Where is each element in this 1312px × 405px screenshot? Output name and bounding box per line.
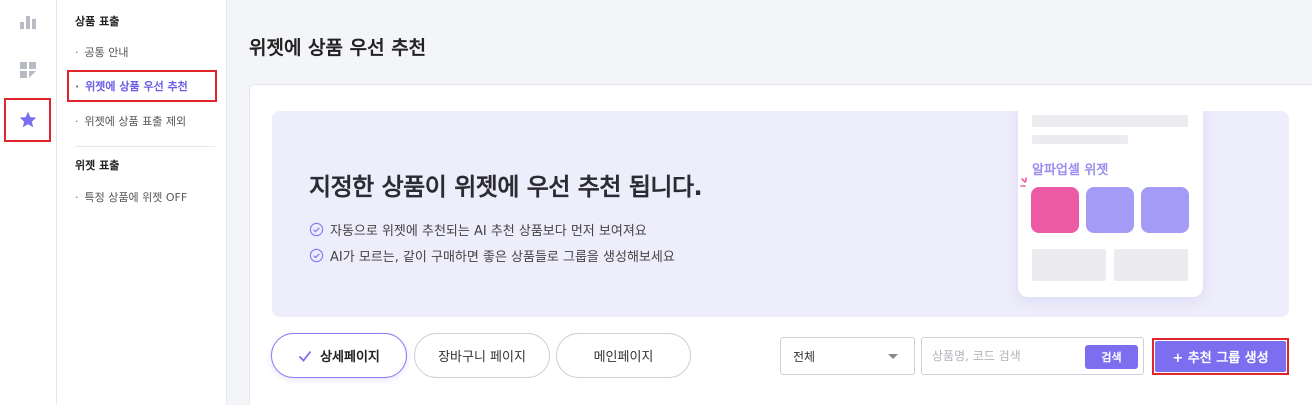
tab-label: 장바구니 페이지 bbox=[438, 350, 526, 365]
submenu-item-priority-recommend[interactable]: · 위젯에 상품 우선 추천 bbox=[67, 70, 217, 102]
tab-main-page[interactable]: 메인페이지 bbox=[556, 333, 691, 378]
submenu-item-label: 특정 상품에 위젯 OFF bbox=[84, 191, 188, 204]
bar-chart-icon bbox=[19, 16, 36, 29]
product-tile bbox=[1031, 187, 1079, 233]
submenu-divider bbox=[75, 146, 215, 147]
rail-item-analytics[interactable] bbox=[4, 0, 51, 44]
search-box: 검색 bbox=[921, 337, 1144, 375]
content-card: 지정한 상품이 위젯에 우선 추천 됩니다. 자동으로 위젯에 추천되는 AI … bbox=[249, 84, 1312, 405]
check-icon bbox=[298, 350, 312, 362]
placeholder-bar bbox=[1032, 135, 1128, 144]
tab-label: 상세페이지 bbox=[320, 350, 380, 365]
tab-cart-page[interactable]: 장바구니 페이지 bbox=[414, 333, 550, 378]
page-title: 위젯에 상품 우선 추천 bbox=[249, 37, 427, 59]
tab-detail-page[interactable]: 상세페이지 bbox=[271, 333, 407, 378]
filter-select[interactable]: 전체 bbox=[780, 337, 915, 375]
submenu-item-label: 위젯에 상품 우선 추천 bbox=[85, 80, 188, 93]
submenu-item-label: 위젯에 상품 표출 제외 bbox=[84, 115, 187, 128]
submenu-section-title: 상품 표출 bbox=[75, 15, 120, 28]
placeholder-block bbox=[1114, 249, 1188, 281]
product-tile bbox=[1086, 187, 1134, 233]
info-banner: 지정한 상품이 위젯에 우선 추천 됩니다. 자동으로 위젯에 추천되는 AI … bbox=[272, 111, 1289, 317]
icon-rail bbox=[0, 0, 57, 405]
product-tile bbox=[1141, 187, 1189, 233]
rail-item-widgets[interactable] bbox=[4, 48, 51, 92]
select-value: 전체 bbox=[793, 349, 816, 364]
create-group-button[interactable]: + 추천 그룹 생성 bbox=[1155, 341, 1286, 372]
sparkle-icon bbox=[1020, 177, 1027, 187]
submenu-item-widget-off[interactable]: · 특정 상품에 위젯 OFF bbox=[75, 189, 187, 205]
chevron-down-icon bbox=[888, 354, 898, 359]
submenu-item-exclude[interactable]: · 위젯에 상품 표출 제외 bbox=[75, 113, 186, 129]
submenu-section-title: 위젯 표출 bbox=[75, 159, 120, 172]
banner-bullet: 자동으로 위젯에 추천되는 AI 추천 상품보다 먼저 보여져요 bbox=[309, 220, 647, 239]
tab-label: 메인페이지 bbox=[593, 350, 654, 365]
check-circle-icon bbox=[309, 222, 324, 237]
illustration-title: 알파업셀 위젯 bbox=[1032, 163, 1109, 178]
placeholder-bar bbox=[1032, 115, 1188, 127]
create-group-highlight: + 추천 그룹 생성 bbox=[1152, 338, 1289, 375]
banner-bullet: AI가 모르는, 같이 구매하면 좋은 상품들로 그룹을 생성해보세요 bbox=[309, 246, 675, 265]
rail-item-recommend[interactable] bbox=[4, 98, 51, 142]
submenu-item-label: 공통 안내 bbox=[84, 46, 129, 59]
submenu: 상품 표출 · 공통 안내 · 위젯에 상품 우선 추천 · 위젯에 상품 표출 제외… bbox=[57, 0, 227, 405]
search-input[interactable] bbox=[932, 346, 1072, 366]
check-circle-icon bbox=[309, 248, 324, 263]
widget-illustration: 알파업셀 위젯 bbox=[1018, 111, 1203, 297]
placeholder-block bbox=[1032, 249, 1106, 281]
dashboard-icon bbox=[19, 62, 36, 78]
banner-bullet-text: 자동으로 위젯에 추천되는 AI 추천 상품보다 먼저 보여져요 bbox=[330, 224, 647, 239]
banner-heading: 지정한 상품이 위젯에 우선 추천 됩니다. bbox=[309, 173, 703, 201]
star-icon bbox=[19, 111, 36, 128]
search-button[interactable]: 검색 bbox=[1085, 345, 1138, 369]
banner-bullet-text: AI가 모르는, 같이 구매하면 좋은 상품들로 그룹을 생성해보세요 bbox=[330, 250, 675, 265]
submenu-item-common-guide[interactable]: · 공통 안내 bbox=[75, 44, 128, 60]
